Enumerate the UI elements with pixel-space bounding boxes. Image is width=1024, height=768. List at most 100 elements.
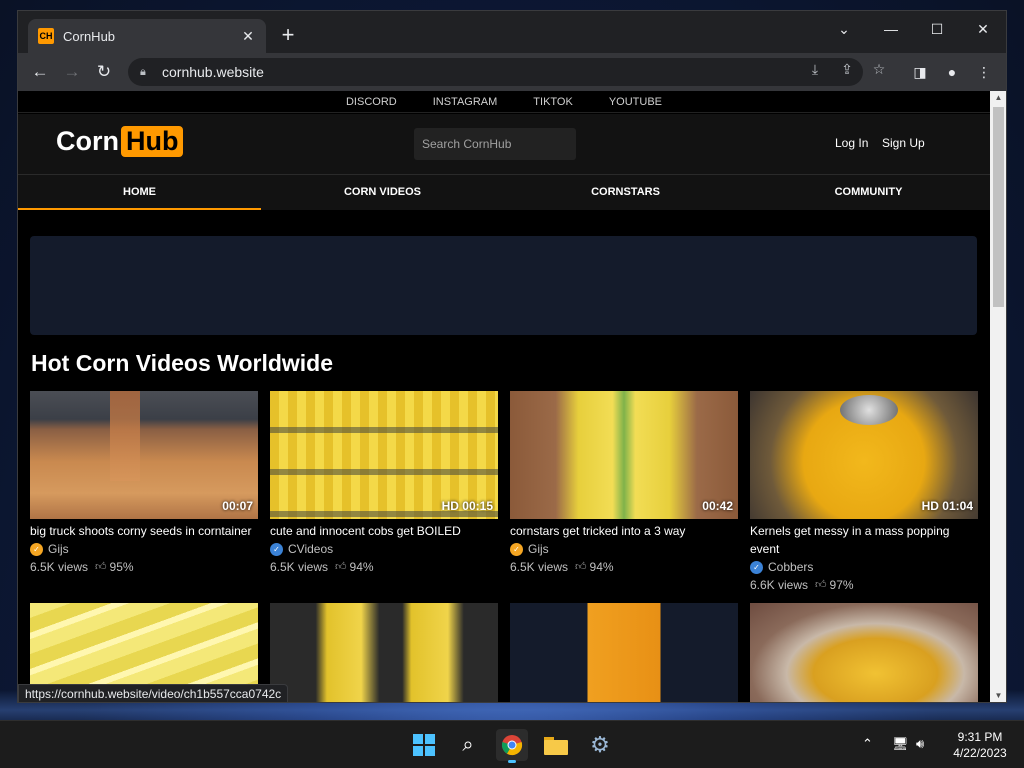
social-link-discord[interactable]: DISCORD <box>346 91 397 112</box>
uploader[interactable]: ✓ Gijs <box>510 540 738 558</box>
side-panel-icon[interactable]: ◨ <box>906 58 934 86</box>
uploader[interactable]: ✓ CVideos <box>270 540 498 558</box>
video-thumbnail[interactable] <box>270 603 498 702</box>
search-input[interactable] <box>414 128 576 160</box>
video-stats: 6.5K views 👍︎ 94% <box>270 558 498 576</box>
maximize-icon[interactable]: ☐ <box>914 15 960 43</box>
video-stats: 6.5K views 👍︎ 95% <box>30 558 258 576</box>
address-bar[interactable]: 🔒︎ cornhub.website <box>128 58 863 86</box>
uploader-name: Cobbers <box>768 560 814 574</box>
video-title[interactable]: cornstars get tricked into a 3 way <box>510 522 738 540</box>
file-explorer-icon[interactable] <box>540 729 572 761</box>
tab-title: CornHub <box>63 28 116 44</box>
bookmark-star-icon[interactable]: ☆ <box>870 60 888 78</box>
page-viewport: DISCORD INSTAGRAM TIKTOK YOUTUBE Corn Hu… <box>18 91 990 702</box>
clock-date: 4/22/2023 <box>953 746 1007 760</box>
video-card[interactable]: 00:07 big truck shoots corny seeds in co… <box>30 391 258 576</box>
video-thumbnail[interactable] <box>750 603 978 702</box>
site-header: Corn Hub Log In Sign Up <box>18 114 990 174</box>
tab-search-chevron-icon[interactable]: ⌄ <box>821 15 867 43</box>
site-favicon-icon: CH <box>38 28 54 44</box>
video-card[interactable]: 00:42 cornstars get tricked into a 3 way… <box>510 391 738 576</box>
video-thumbnail[interactable]: 00:42 <box>510 391 738 519</box>
page-scrollbar[interactable]: ▲ ▼ <box>990 91 1006 702</box>
nav-corn-videos[interactable]: CORN VIDEOS <box>261 175 504 210</box>
url-text: cornhub.website <box>162 64 264 80</box>
network-icon[interactable]: 🖥︎ <box>892 736 909 752</box>
link-status-bubble: https://cornhub.website/video/ch1b557cca… <box>18 684 289 702</box>
view-count: 6.5K views <box>270 560 329 574</box>
thumbs-up-icon: 👍︎ <box>575 561 587 573</box>
nav-community[interactable]: COMMUNITY <box>747 175 990 210</box>
tab-strip: CH CornHub ✕ + ⌄ — ☐ ✕ <box>18 11 1006 53</box>
logo-hub-text: Hub <box>121 126 184 157</box>
new-tab-icon[interactable]: + <box>276 23 300 47</box>
logo-corn-text: Corn <box>56 126 119 156</box>
volume-icon[interactable]: 🔊︎ <box>916 736 924 752</box>
profile-icon[interactable]: ● <box>938 58 966 86</box>
view-count: 6.6K views <box>750 578 809 592</box>
close-window-icon[interactable]: ✕ <box>960 15 1006 43</box>
active-app-indicator <box>508 760 516 763</box>
social-link-instagram[interactable]: INSTAGRAM <box>433 91 498 112</box>
view-count: 6.5K views <box>510 560 569 574</box>
video-thumbnail[interactable]: HD 01:04 <box>750 391 978 519</box>
verified-check-icon: ✓ <box>30 542 43 556</box>
main-nav: HOME CORN VIDEOS CORNSTARS COMMUNITY <box>18 174 990 210</box>
scroll-thumb[interactable] <box>993 107 1004 307</box>
ad-banner <box>30 236 977 335</box>
video-stats: 6.6K views 👍︎ 97% <box>750 576 978 594</box>
chrome-icon[interactable] <box>496 729 528 763</box>
video-duration: HD 01:04 <box>921 499 973 513</box>
video-card[interactable] <box>270 603 498 702</box>
thumbs-up-icon: 👍︎ <box>815 579 827 591</box>
back-arrow-icon[interactable]: ← <box>26 58 54 86</box>
clock-time: 9:31 PM <box>957 730 1003 744</box>
login-link[interactable]: Log In <box>835 136 868 150</box>
verified-check-icon: ✓ <box>270 542 283 556</box>
social-links-bar: DISCORD INSTAGRAM TIKTOK YOUTUBE <box>18 91 990 113</box>
section-title: Hot Corn Videos Worldwide <box>31 350 333 376</box>
minimize-icon[interactable]: — <box>868 15 914 43</box>
scroll-down-arrow-icon[interactable]: ▼ <box>990 689 1006 702</box>
share-icon[interactable]: ⇪ <box>838 60 856 78</box>
install-app-icon[interactable]: ⤓ <box>806 60 824 78</box>
video-card[interactable]: HD 00:15 cute and innocent cobs get BOIL… <box>270 391 498 576</box>
forward-arrow-icon[interactable]: → <box>58 58 86 86</box>
video-card[interactable] <box>510 603 738 702</box>
video-title[interactable]: Kernels get messy in a mass popping even… <box>750 522 978 558</box>
system-clock[interactable]: 9:31 PM 4/22/2023 <box>940 729 1020 761</box>
video-duration: 00:42 <box>702 499 733 513</box>
rating: 97% <box>829 578 854 592</box>
uploader[interactable]: ✓ Gijs <box>30 540 258 558</box>
close-tab-icon[interactable]: ✕ <box>240 28 256 45</box>
video-card[interactable]: HD 01:04 Kernels get messy in a mass pop… <box>750 391 978 594</box>
video-thumbnail[interactable]: HD 00:15 <box>270 391 498 519</box>
social-link-tiktok[interactable]: TIKTOK <box>533 91 573 112</box>
taskbar: ⌕ ⚙ ⌃ 🖥︎ 🔊︎ 9:31 PM 4/22/2023 <box>0 720 1024 768</box>
windows-start-icon[interactable] <box>408 729 440 761</box>
uploader[interactable]: ✓ Cobbers <box>750 558 978 576</box>
video-duration: 00:07 <box>222 499 253 513</box>
video-card[interactable] <box>750 603 978 702</box>
tray-chevron-up-icon[interactable]: ⌃ <box>862 736 873 752</box>
view-count: 6.5K views <box>30 560 89 574</box>
settings-gear-icon[interactable]: ⚙ <box>584 729 616 761</box>
nav-home[interactable]: HOME <box>18 175 261 210</box>
thumbs-up-icon: 👍︎ <box>95 561 107 573</box>
signup-link[interactable]: Sign Up <box>882 136 925 150</box>
browser-window: CH CornHub ✕ + ⌄ — ☐ ✕ ← → ↻ 🔒︎ cornhub.… <box>17 10 1007 703</box>
browser-toolbar: ← → ↻ 🔒︎ cornhub.website ⤓ ⇪ ☆ ◨ ● ⋮ <box>18 53 1006 91</box>
search-icon[interactable]: ⌕ <box>452 729 484 761</box>
social-link-youtube[interactable]: YOUTUBE <box>609 91 662 112</box>
more-menu-icon[interactable]: ⋮ <box>970 58 998 86</box>
site-logo[interactable]: Corn Hub <box>56 126 184 157</box>
reload-icon[interactable]: ↻ <box>90 58 118 86</box>
video-thumbnail[interactable]: 00:07 <box>30 391 258 519</box>
video-title[interactable]: big truck shoots corny seeds in corntain… <box>30 522 258 540</box>
nav-cornstars[interactable]: CORNSTARS <box>504 175 747 210</box>
video-title[interactable]: cute and innocent cobs get BOILED <box>270 522 498 540</box>
browser-tab[interactable]: CH CornHub ✕ <box>28 19 266 53</box>
video-thumbnail[interactable] <box>510 603 738 702</box>
scroll-up-arrow-icon[interactable]: ▲ <box>990 91 1006 105</box>
